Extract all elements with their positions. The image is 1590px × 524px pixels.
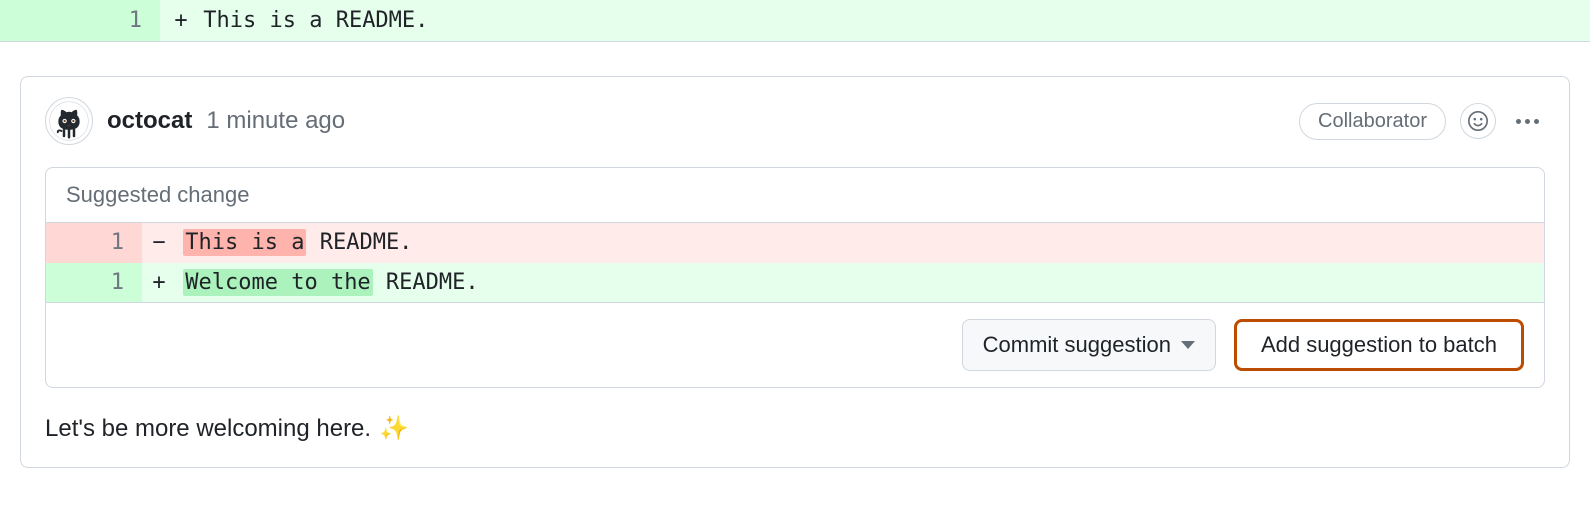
review-comment: octocat 1 minute ago Collaborator Sugges…	[20, 76, 1570, 468]
button-label: Add suggestion to batch	[1261, 332, 1497, 358]
add-suggestion-to-batch-button[interactable]: Add suggestion to batch	[1234, 319, 1524, 371]
sparkle-icon: ✨	[379, 414, 409, 443]
commit-suggestion-button[interactable]: Commit suggestion	[962, 319, 1216, 371]
avatar[interactable]	[45, 97, 93, 145]
more-actions-button[interactable]	[1510, 119, 1545, 124]
line-number: 1	[0, 0, 160, 41]
octocat-icon	[49, 101, 89, 141]
suggested-change-box: Suggested change 1 − This is a README. 1…	[45, 167, 1545, 388]
line-number: 1	[46, 263, 142, 303]
diff-code: + This is a README.	[160, 0, 1590, 41]
context-diff-line: 1 + This is a README.	[0, 0, 1590, 42]
deleted-text-rest: README.	[306, 230, 412, 255]
suggestion-actions: Commit suggestion Add suggestion to batc…	[46, 302, 1544, 387]
deleted-text-highlight: This is a	[183, 229, 306, 256]
comment-timestamp[interactable]: 1 minute ago	[206, 107, 345, 135]
diff-text: This is a README.	[203, 8, 428, 33]
diff-content: + Welcome to the README.	[142, 263, 1544, 303]
diff-content: − This is a README.	[142, 223, 1544, 263]
added-text-highlight: Welcome to the	[183, 269, 372, 296]
added-text-rest: README.	[373, 270, 479, 295]
diff-sign: +	[172, 4, 190, 37]
comment-text: Let's be more welcoming here.	[45, 415, 371, 443]
line-number: 1	[46, 223, 142, 263]
diff-deletion-row: 1 − This is a README.	[46, 223, 1544, 263]
caret-down-icon	[1181, 341, 1195, 349]
suggested-change-title: Suggested change	[46, 168, 1544, 223]
smiley-icon	[1467, 110, 1489, 132]
diff-addition-row: 1 + Welcome to the README.	[46, 263, 1544, 303]
diff-sign: +	[148, 263, 170, 303]
add-reaction-button[interactable]	[1460, 103, 1496, 139]
role-badge: Collaborator	[1299, 103, 1446, 140]
comment-header: octocat 1 minute ago Collaborator	[45, 97, 1545, 145]
comment-body: Let's be more welcoming here. ✨	[45, 414, 1545, 443]
comment-author[interactable]: octocat	[107, 107, 192, 135]
diff-sign: −	[148, 223, 170, 263]
button-label: Commit suggestion	[983, 332, 1171, 358]
